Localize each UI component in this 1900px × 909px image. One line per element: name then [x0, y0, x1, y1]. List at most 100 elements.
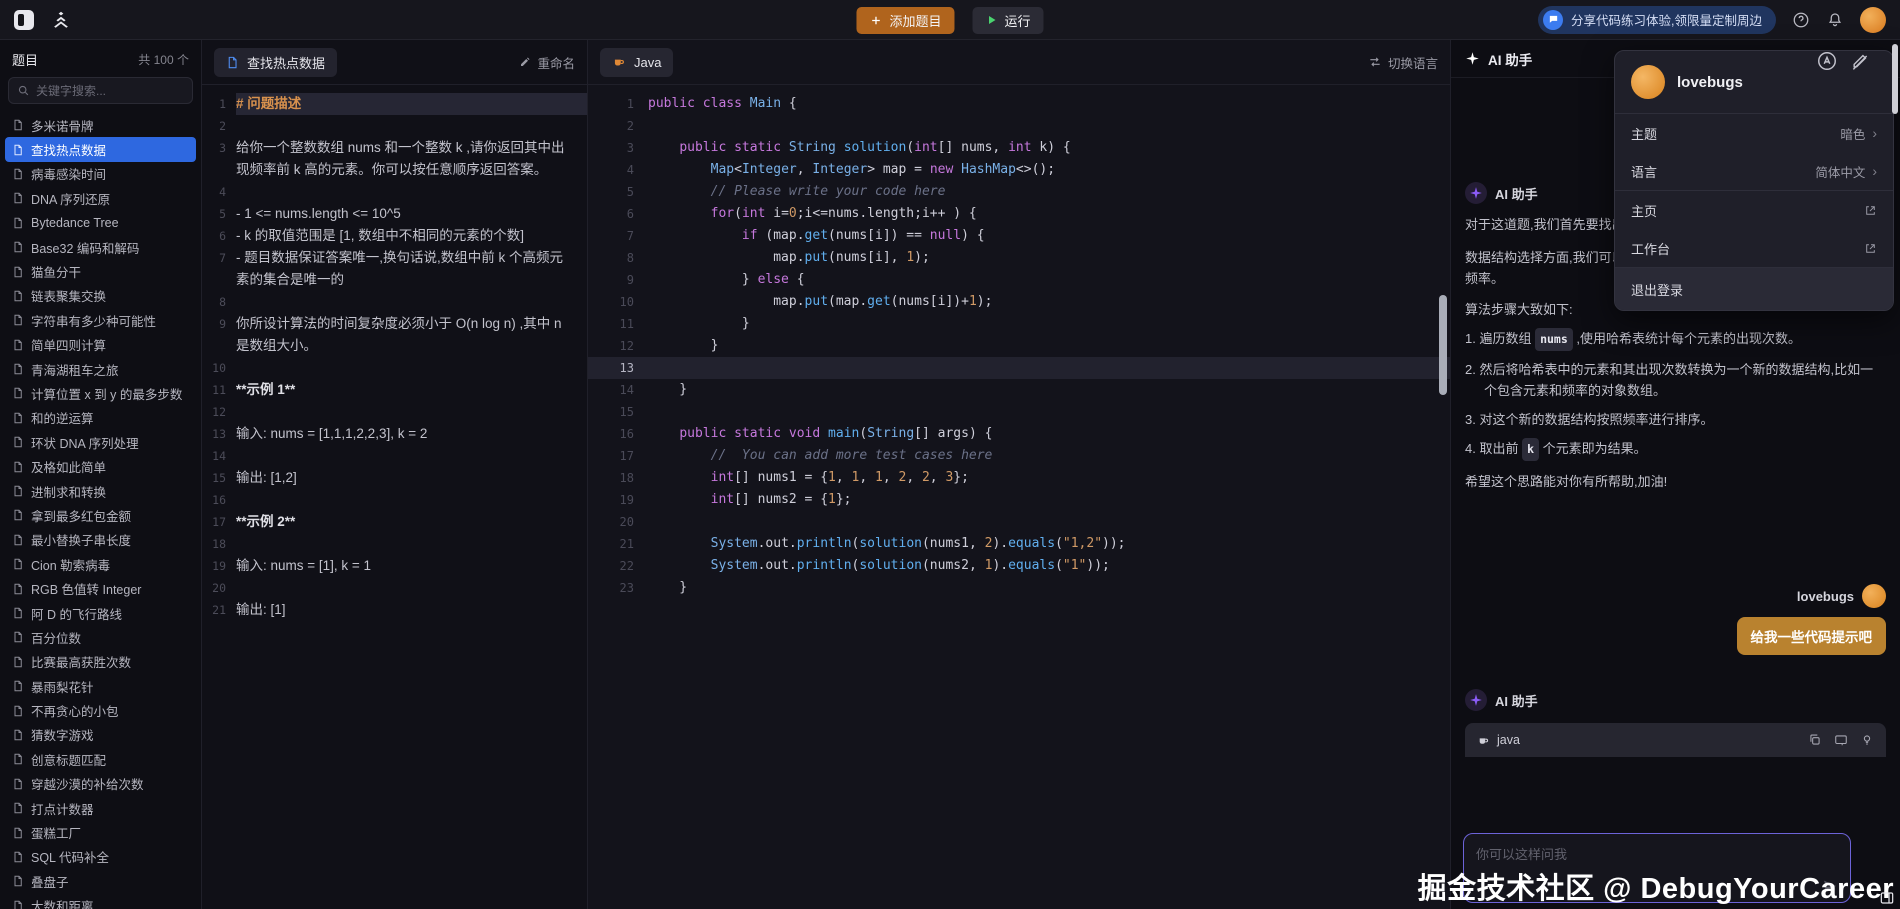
- assistant-badge-icon[interactable]: [1816, 50, 1838, 72]
- promo-banner[interactable]: 分享代码练习体验,领限量定制周边: [1538, 6, 1776, 34]
- code-line[interactable]: 11 }: [588, 313, 1450, 335]
- problem-line-text[interactable]: - 题目数据保证答案唯一,换句话说,数组中前 k 个高频元素的集合是唯一的: [236, 247, 587, 291]
- code-line[interactable]: 21 System.out.println(solution(nums1, 2)…: [588, 533, 1450, 555]
- bulb-icon[interactable]: [1860, 733, 1874, 747]
- code-line-text[interactable]: System.out.println(solution(nums2, 1).eq…: [648, 555, 1450, 577]
- problem-line[interactable]: 4: [202, 181, 587, 203]
- sidebar-item[interactable]: 进制求和转换: [5, 479, 196, 503]
- problem-line-text[interactable]: 输出: [1]: [236, 599, 587, 621]
- sidebar-item[interactable]: 拿到最多红包金额: [5, 503, 196, 527]
- menu-item-logout[interactable]: 退出登录: [1615, 268, 1893, 310]
- code-line[interactable]: 20: [588, 511, 1450, 533]
- sidebar-item[interactable]: 及格如此简单: [5, 454, 196, 478]
- sidebar-item[interactable]: 创意标题匹配: [5, 747, 196, 771]
- code-line[interactable]: 15: [588, 401, 1450, 423]
- sidebar-item[interactable]: 蛋糕工厂: [5, 820, 196, 844]
- add-problem-button[interactable]: 添加题目: [856, 7, 954, 34]
- sidebar-item[interactable]: 青海湖租车之旅: [5, 357, 196, 381]
- code-line-text[interactable]: }: [648, 379, 1450, 401]
- code-line-text[interactable]: }: [648, 335, 1450, 357]
- sidebar-item[interactable]: Cion 勒索病毒: [5, 552, 196, 576]
- code-line-text[interactable]: [648, 401, 1450, 423]
- sidebar-item[interactable]: 阿 D 的飞行路线: [5, 601, 196, 625]
- sidebar-item[interactable]: 环状 DNA 序列处理: [5, 430, 196, 454]
- problem-line-text[interactable]: **示例 1**: [236, 379, 587, 401]
- code-line[interactable]: 2: [588, 115, 1450, 137]
- search-box[interactable]: [8, 77, 193, 104]
- code-line-text[interactable]: }: [648, 313, 1450, 335]
- menu-item-workspace[interactable]: 工作台: [1615, 229, 1893, 267]
- user-avatar[interactable]: [1860, 7, 1886, 33]
- problem-line[interactable]: 9你所设计算法的时间复杂度必须小于 O(n log n) ,其中 n 是数组大小…: [202, 313, 587, 357]
- sidebar-item[interactable]: Bytedance Tree: [5, 211, 196, 235]
- sidebar-item[interactable]: RGB 色值转 Integer: [5, 576, 196, 600]
- problem-line-text[interactable]: [236, 533, 587, 555]
- sidebar-item[interactable]: 链表聚集交换: [5, 284, 196, 308]
- problem-line-text[interactable]: [236, 401, 587, 423]
- code-line[interactable]: 1public class Main {: [588, 93, 1450, 115]
- code-line[interactable]: 7 if (map.get(nums[i]) == null) {: [588, 225, 1450, 247]
- code-line-text[interactable]: Map<Integer, Integer> map = new HashMap<…: [648, 159, 1450, 181]
- problem-line-text[interactable]: 你所设计算法的时间复杂度必须小于 O(n log n) ,其中 n 是数组大小。: [236, 313, 587, 357]
- code-line[interactable]: 10 map.put(map.get(nums[i])+1);: [588, 291, 1450, 313]
- problem-line[interactable]: 1# 问题描述: [202, 93, 587, 115]
- problem-line[interactable]: 16: [202, 489, 587, 511]
- page-scrollbar[interactable]: [1892, 44, 1898, 114]
- sidebar-item[interactable]: 查找热点数据: [5, 137, 196, 161]
- code-line[interactable]: 8 map.put(nums[i], 1);: [588, 247, 1450, 269]
- search-input[interactable]: [36, 84, 184, 98]
- problem-line-text[interactable]: - k 的取值范围是 [1, 数组中不相同的元素的个数]: [236, 225, 587, 247]
- sidebar-item[interactable]: 猜数字游戏: [5, 723, 196, 747]
- code-line[interactable]: 17 // You can add more test cases here: [588, 445, 1450, 467]
- code-line-text[interactable]: [648, 115, 1450, 137]
- menu-item-language[interactable]: 语言简体中文›: [1615, 152, 1893, 190]
- brand-logo-icon[interactable]: [50, 9, 72, 31]
- code-line-text[interactable]: public static void main(String[] args) {: [648, 423, 1450, 445]
- problem-line-text[interactable]: 输入: nums = [1,1,1,2,2,3], k = 2: [236, 423, 587, 445]
- bell-icon[interactable]: [1826, 11, 1844, 29]
- code-line[interactable]: 13: [588, 357, 1450, 379]
- code-line-text[interactable]: map.put(nums[i], 1);: [648, 247, 1450, 269]
- code-line[interactable]: 3 public static String solution(int[] nu…: [588, 137, 1450, 159]
- problem-line-text[interactable]: [236, 115, 587, 137]
- code-line-text[interactable]: public static String solution(int[] nums…: [648, 137, 1450, 159]
- copy-icon[interactable]: [1808, 733, 1822, 747]
- rename-button[interactable]: 重命名: [519, 53, 575, 72]
- problem-line[interactable]: 2: [202, 115, 587, 137]
- problem-line-text[interactable]: [236, 291, 587, 313]
- code-line[interactable]: 19 int[] nums2 = {1};: [588, 489, 1450, 511]
- problem-line[interactable]: 15输出: [1,2]: [202, 467, 587, 489]
- sidebar-item[interactable]: 猫鱼分干: [5, 259, 196, 283]
- sidebar-item[interactable]: 不再贪心的小包: [5, 698, 196, 722]
- code-line-text[interactable]: // You can add more test cases here: [648, 445, 1450, 467]
- code-line[interactable]: 22 System.out.println(solution(nums2, 1)…: [588, 555, 1450, 577]
- code-line-text[interactable]: // Please write your code here: [648, 181, 1450, 203]
- sidebar-item[interactable]: 最小替换子串长度: [5, 528, 196, 552]
- problem-line[interactable]: 5- 1 <= nums.length <= 10^5: [202, 203, 587, 225]
- problem-line[interactable]: 7- 题目数据保证答案唯一,换句话说,数组中前 k 个高频元素的集合是唯一的: [202, 247, 587, 291]
- sidebar-item[interactable]: 大数和距离: [5, 894, 196, 909]
- code-line-text[interactable]: System.out.println(solution(nums1, 2).eq…: [648, 533, 1450, 555]
- sidebar-item[interactable]: 字符串有多少种可能性: [5, 308, 196, 332]
- panel-collapse-icon[interactable]: [1879, 890, 1895, 906]
- code-line-text[interactable]: [648, 511, 1450, 533]
- sidebar-item[interactable]: SQL 代码补全: [5, 845, 196, 869]
- problem-line[interactable]: 13输入: nums = [1,1,1,2,2,3], k = 2: [202, 423, 587, 445]
- problem-line-text[interactable]: [236, 489, 587, 511]
- problem-title-tab[interactable]: 查找热点数据: [214, 48, 337, 77]
- code-line[interactable]: 4 Map<Integer, Integer> map = new HashMa…: [588, 159, 1450, 181]
- menu-item-theme[interactable]: 主题暗色›: [1615, 114, 1893, 152]
- code-line[interactable]: 14 }: [588, 379, 1450, 401]
- problem-line-text[interactable]: - 1 <= nums.length <= 10^5: [236, 203, 587, 225]
- sidebar-item[interactable]: DNA 序列还原: [5, 186, 196, 210]
- code-line[interactable]: 23 }: [588, 577, 1450, 599]
- sidebar-item[interactable]: 多米诺骨牌: [5, 113, 196, 137]
- insert-code-icon[interactable]: [1834, 733, 1848, 747]
- problem-line[interactable]: 19输入: nums = [1], k = 1: [202, 555, 587, 577]
- problem-content[interactable]: 1# 问题描述23给你一个整数数组 nums 和一个整数 k ,请你返回其中出现…: [202, 85, 587, 909]
- problem-line[interactable]: 12: [202, 401, 587, 423]
- code-line[interactable]: 6 for(int i=0;i<=nums.length;i++ ) {: [588, 203, 1450, 225]
- problem-line-text[interactable]: **示例 2**: [236, 511, 587, 533]
- sidebar-item[interactable]: 计算位置 x 到 y 的最多步数: [5, 381, 196, 405]
- sidebar-item[interactable]: 病毒感染时间: [5, 162, 196, 186]
